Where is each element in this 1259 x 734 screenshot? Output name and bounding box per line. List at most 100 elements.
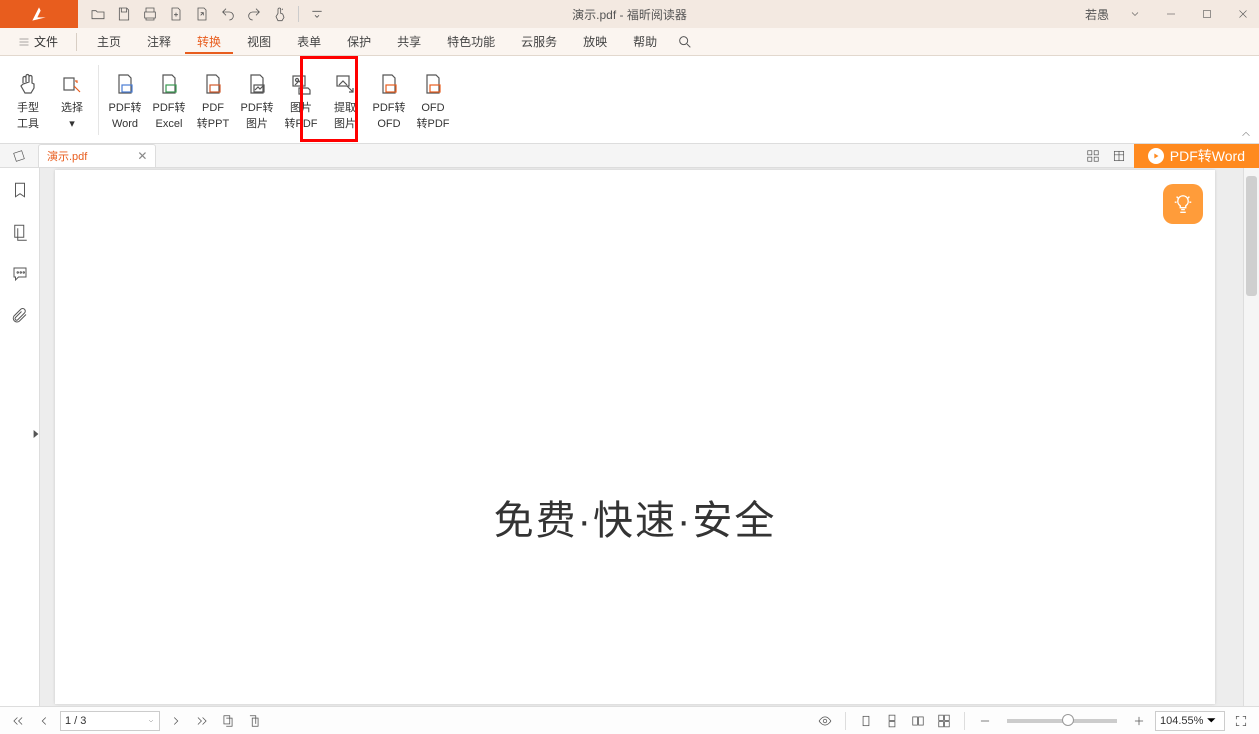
tab-special[interactable]: 特色功能 bbox=[435, 29, 507, 54]
last-page-icon[interactable] bbox=[192, 711, 212, 731]
page-viewport[interactable]: 免费·快速·安全 bbox=[40, 168, 1243, 706]
tab-cloud[interactable]: 云服务 bbox=[509, 29, 569, 54]
page-number-value: 1 / 3 bbox=[65, 715, 86, 727]
tips-button[interactable] bbox=[1163, 184, 1203, 224]
tab-protect[interactable]: 保护 bbox=[335, 29, 383, 54]
ofdpdf-l1: OFD bbox=[421, 102, 444, 115]
minimize-button[interactable] bbox=[1155, 0, 1187, 28]
tab-home[interactable]: 主页 bbox=[85, 29, 133, 54]
page-content-text: 免费·快速·安全 bbox=[494, 488, 777, 546]
continuous-facing-icon[interactable] bbox=[934, 711, 954, 731]
promo-icon bbox=[1148, 148, 1164, 164]
tab-share[interactable]: 共享 bbox=[385, 29, 433, 54]
print-icon[interactable] bbox=[138, 2, 162, 26]
comment-icon[interactable] bbox=[8, 262, 32, 286]
zoom-out-icon[interactable] bbox=[975, 711, 995, 731]
search-icon[interactable] bbox=[671, 28, 699, 56]
image-to-pdf-button[interactable]: 图片 转PDF bbox=[279, 61, 323, 139]
fullscreen-icon[interactable] bbox=[1231, 711, 1251, 731]
hand-icon bbox=[16, 72, 40, 96]
paste-page-icon[interactable] bbox=[244, 711, 264, 731]
zoom-in-icon[interactable] bbox=[1129, 711, 1149, 731]
file-menu[interactable]: 文件 bbox=[8, 29, 68, 54]
file-add-icon[interactable] bbox=[164, 2, 188, 26]
save-icon[interactable] bbox=[112, 2, 136, 26]
user-dropdown-icon[interactable] bbox=[1119, 0, 1151, 28]
document-tab[interactable]: 演示.pdf ✕ bbox=[38, 144, 156, 167]
pdf-to-ppt-button[interactable]: PDF 转PPT bbox=[191, 61, 235, 139]
pdf-page: 免费·快速·安全 bbox=[55, 170, 1215, 704]
tab-form[interactable]: 表单 bbox=[285, 29, 333, 54]
tab-convert[interactable]: 转换 bbox=[185, 29, 233, 54]
separator bbox=[98, 65, 99, 135]
continuous-page-icon[interactable] bbox=[882, 711, 902, 731]
scrollbar-thumb[interactable] bbox=[1246, 176, 1257, 296]
app-logo bbox=[0, 0, 78, 28]
menu-bar: 文件 主页 注释 转换 视图 表单 保护 共享 特色功能 云服务 放映 帮助 bbox=[0, 28, 1259, 56]
ofd-to-pdf-button[interactable]: OFD 转PDF bbox=[411, 61, 455, 139]
word-l2: Word bbox=[112, 118, 138, 131]
zoom-slider-knob[interactable] bbox=[1062, 714, 1074, 726]
title-bar: 演示.pdf - 福昕阅读器 若愚 bbox=[0, 0, 1259, 28]
bookmark-icon[interactable] bbox=[8, 178, 32, 202]
qat-customize-icon[interactable] bbox=[305, 2, 329, 26]
redo-icon[interactable] bbox=[242, 2, 266, 26]
first-page-icon[interactable] bbox=[8, 711, 28, 731]
open-icon[interactable] bbox=[86, 2, 110, 26]
close-tab-icon[interactable]: ✕ bbox=[137, 149, 147, 163]
pdf-to-ofd-button[interactable]: PDF转 OFD bbox=[367, 61, 411, 139]
zoom-slider[interactable] bbox=[1007, 719, 1117, 723]
close-button[interactable] bbox=[1227, 0, 1259, 28]
visibility-icon[interactable] bbox=[815, 711, 835, 731]
page-number-input[interactable]: 1 / 3 bbox=[60, 711, 160, 731]
image-file-icon bbox=[289, 72, 313, 96]
file-ofd-icon bbox=[377, 72, 401, 96]
zoom-level-input[interactable]: 104.55% bbox=[1155, 711, 1225, 731]
undo-icon[interactable] bbox=[216, 2, 240, 26]
facing-page-icon[interactable] bbox=[908, 711, 928, 731]
thumbnail-view-icon[interactable] bbox=[1082, 145, 1104, 167]
single-page-icon[interactable] bbox=[856, 711, 876, 731]
excel-l2: Excel bbox=[156, 118, 183, 131]
pages-icon[interactable] bbox=[8, 220, 32, 244]
tab-title: 演示.pdf bbox=[47, 148, 87, 164]
tab-play[interactable]: 放映 bbox=[571, 29, 619, 54]
prev-page-icon[interactable] bbox=[34, 711, 54, 731]
user-name[interactable]: 若愚 bbox=[1079, 6, 1115, 23]
maximize-button[interactable] bbox=[1191, 0, 1223, 28]
content-area: 免费·快速·安全 bbox=[0, 168, 1259, 706]
separator bbox=[76, 33, 77, 51]
cursor-icon bbox=[60, 72, 84, 96]
separator bbox=[964, 712, 965, 730]
touch-mode-icon[interactable] bbox=[268, 2, 292, 26]
pdf-to-excel-button[interactable]: PDF转 Excel bbox=[147, 61, 191, 139]
copy-page-icon[interactable] bbox=[218, 711, 238, 731]
list-view-icon[interactable] bbox=[1108, 145, 1130, 167]
next-page-icon[interactable] bbox=[166, 711, 186, 731]
left-sidebar bbox=[0, 168, 40, 706]
excel-l1: PDF转 bbox=[153, 102, 186, 115]
hand-tool-button[interactable]: 手型 工具 bbox=[6, 61, 50, 139]
tab-help[interactable]: 帮助 bbox=[621, 29, 669, 54]
file-ppt-icon bbox=[201, 72, 225, 96]
attachment-icon[interactable] bbox=[8, 304, 32, 328]
vertical-scrollbar[interactable] bbox=[1243, 168, 1259, 706]
file-export-icon[interactable] bbox=[190, 2, 214, 26]
ppt-l1: PDF bbox=[202, 102, 224, 115]
tab-view[interactable]: 视图 bbox=[235, 29, 283, 54]
pdf-to-word-button[interactable]: PDF转 Word bbox=[103, 61, 147, 139]
window-title: 演示.pdf - 福昕阅读器 bbox=[572, 6, 687, 23]
annotation-tool-icon[interactable] bbox=[0, 144, 38, 167]
extract-image-button[interactable]: 提取 图片 bbox=[323, 61, 367, 139]
collapse-ribbon-icon[interactable] bbox=[1239, 127, 1253, 141]
expand-sidebar-icon[interactable] bbox=[32, 428, 40, 442]
file-label: 文件 bbox=[34, 33, 58, 50]
tab-comment[interactable]: 注释 bbox=[135, 29, 183, 54]
pdf-to-word-promo-button[interactable]: PDF转Word bbox=[1134, 144, 1259, 168]
status-bar: 1 / 3 104.55% bbox=[0, 706, 1259, 734]
select-tool-button[interactable]: 选择 ▾ bbox=[50, 61, 94, 139]
extract-l1: 提取 bbox=[334, 102, 356, 115]
select-l2: ▾ bbox=[69, 118, 75, 131]
pdf-to-image-button[interactable]: PDF转 图片 bbox=[235, 61, 279, 139]
ofd-file-icon bbox=[421, 72, 445, 96]
